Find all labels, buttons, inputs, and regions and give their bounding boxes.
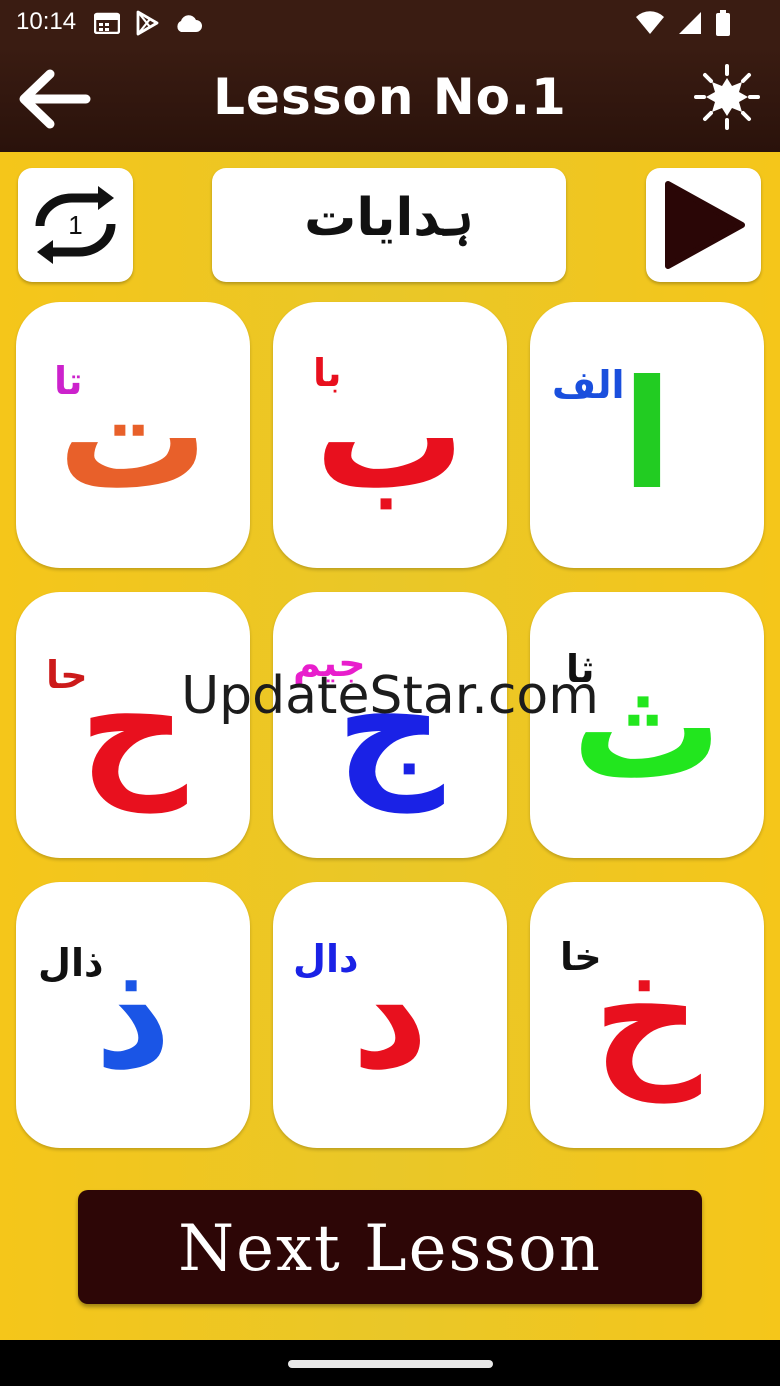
next-lesson-button[interactable]: Next Lesson [78,1190,702,1304]
letter-card-zal[interactable]: ذ ذال [16,882,250,1148]
letter-name: با [313,351,342,395]
letter-name: دال [293,937,359,981]
letter-name: ثا [566,647,595,691]
next-lesson-label: Next Lesson [178,1212,602,1286]
cloud-icon [177,15,202,32]
home-handle[interactable] [288,1360,493,1368]
instructions-button[interactable]: ہدایات [212,168,566,282]
instructions-label: ہدایات [304,188,474,248]
letter-name: الف [552,363,625,407]
lesson-content: 1 ہدایات ا الف ب با ت تا ث ثا ج جیم ح حا… [0,152,780,1340]
battery-icon [716,10,730,36]
letter-card-ta[interactable]: ت تا [16,302,250,568]
letter-card-tha[interactable]: ث ثا [530,592,764,858]
play-button[interactable] [646,168,761,282]
brightness-icon [694,64,760,130]
repeat-count: 1 [68,210,83,240]
signal-icon [679,12,701,34]
repeat-button[interactable]: 1 [18,168,133,282]
letter-glyph: ب [314,349,466,523]
letter-glyph: ت [57,349,209,523]
navigation-bar [0,1340,780,1386]
status-bar: 10:14 [0,0,780,46]
letter-name: حا [46,653,88,697]
brightness-button[interactable] [692,62,762,132]
letter-card-jeem[interactable]: ج جیم [273,592,507,858]
letter-card-kha[interactable]: خ خا [530,882,764,1148]
play-store-icon [136,10,159,36]
status-time: 10:14 [16,8,77,35]
letter-card-dal[interactable]: د دال [273,882,507,1148]
letter-name: خا [560,935,602,979]
page-title: Lesson No.1 [213,68,567,126]
letter-card-ha[interactable]: ح حا [16,592,250,858]
play-icon [665,181,745,269]
letter-name: جیم [293,641,366,685]
letter-card-ba[interactable]: ب با [273,302,507,568]
letter-card-alif[interactable]: ا الف [530,302,764,568]
app-bar: Lesson No.1 [0,46,780,152]
calendar-icon [94,12,120,34]
letter-name: ذال [38,941,104,985]
wifi-icon [636,11,664,35]
letter-name: تا [54,359,83,403]
